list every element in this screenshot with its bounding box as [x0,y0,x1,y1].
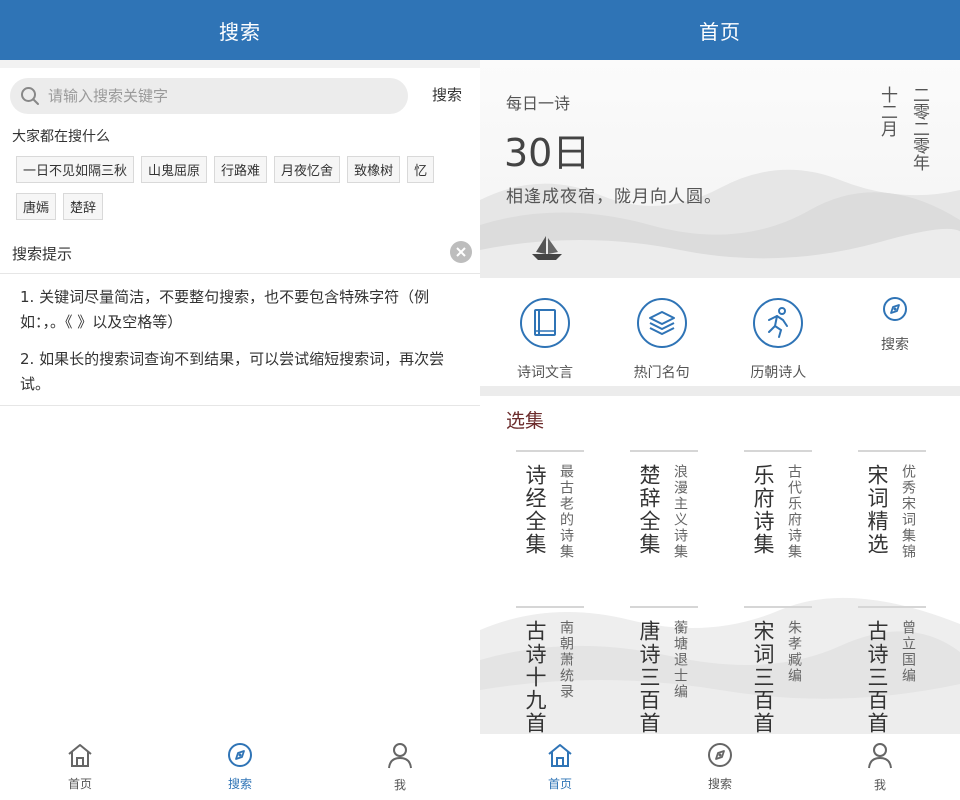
quick-links: 诗词文言 热门名句 历朝诗人 搜索 [480,278,960,386]
quick-link-label: 历朝诗人 [750,365,807,381]
tab-compass[interactable]: 搜索 [160,734,320,800]
divider [480,386,960,396]
collection-name: 宋词精选 [865,464,889,556]
quick-link-label: 搜索 [880,337,909,353]
daily-label: 每日一诗 [506,94,571,113]
collection-desc: 浪漫主义诗集 [672,464,688,560]
tip-item: 1. 关键词尽量简洁，不要整句搜索，也不要包含特殊字符（例如：，。《 》以及空格… [20,288,430,331]
close-tips-button[interactable] [450,241,472,263]
tab-home[interactable]: 首页 [0,734,160,800]
tab-label: 我 [393,778,406,792]
home-icon [66,742,94,772]
page-title: 首页 [699,19,741,44]
year-vertical: 二零二零年 [909,86,929,171]
hot-tag[interactable]: 山鬼屈原 [141,156,208,183]
collection-card[interactable]: 宋词精选 优秀宋词集锦 [858,450,926,590]
collection-name: 楚辞全集 [637,464,661,556]
user-icon [867,741,893,773]
quick-link[interactable]: 诗词文言 [500,278,590,386]
collection-desc: 曾立国编 [900,620,916,684]
tips-header: 搜索提示 [0,238,480,274]
collection-card[interactable]: 古诗十九首 南朝萧统录 [516,606,584,734]
tips-title: 搜索提示 [12,245,73,263]
collection-desc: 古代乐府诗集 [786,464,802,560]
collection-name: 宋词三百首 [751,620,775,734]
book-icon [518,296,572,354]
hot-tag[interactable]: 楚辞 [63,193,104,220]
home-screen: 首页 每日一诗 30日 相逢成夜宿，陇月向人圆。 十二月 二零二零年 诗词文言 热… [480,0,960,800]
collections-grid: 诗经全集 最古老的诗集 楚辞全集 浪漫主义诗集 乐府诗集 古代乐府诗集 宋词精选 优秀宋词集锦… [480,440,960,734]
collection-desc: 蘅塘退士编 [672,620,688,700]
tab-label: 首页 [67,777,92,791]
search-header: 搜索 [0,0,480,60]
quick-link[interactable]: 历朝诗人 [733,278,823,386]
page-title: 搜索 [219,19,261,44]
collection-name: 古诗十九首 [523,620,547,734]
tab-user[interactable]: 我 [800,734,960,800]
daily-poem-line: 相逢成夜宿，陇月向人圆。 [506,187,722,207]
tab-label: 搜索 [707,777,732,791]
tab-compass[interactable]: 搜索 [640,734,800,800]
bottom-tab-bar: 首页 搜索 我 [480,734,960,800]
collection-card[interactable]: 唐诗三百首 蘅塘退士编 [630,606,698,734]
user-icon [387,741,413,773]
tip-item: 2. 如果长的搜索词查询不到结果，可以尝试缩短搜索词，再次尝试。 [20,350,445,393]
divider [0,60,480,68]
daily-poem-card[interactable]: 每日一诗 30日 相逢成夜宿，陇月向人圆。 十二月 二零二零年 [480,60,960,278]
divider [0,405,480,406]
hot-tag[interactable]: 月夜忆舍 [274,156,341,183]
home-icon [546,742,574,772]
hot-tag[interactable]: 一日不见如隔三秋 [16,156,135,183]
runner-icon [751,296,805,354]
search-field[interactable] [10,78,408,114]
collection-name: 乐府诗集 [751,464,775,556]
collection-name: 诗经全集 [523,464,547,556]
collection-name: 古诗三百首 [865,620,889,734]
collection-desc: 南朝萧统录 [558,620,574,700]
search-icon [21,87,39,105]
bottom-tab-bar: 首页 搜索 我 [0,734,480,800]
close-icon [456,247,466,257]
collection-card[interactable]: 诗经全集 最古老的诗集 [516,450,584,590]
collection-desc: 优秀宋词集锦 [900,464,916,560]
search-button[interactable]: 搜索 [432,84,462,105]
tab-label: 首页 [547,777,572,791]
tab-user[interactable]: 我 [320,734,480,800]
collection-name: 唐诗三百首 [637,620,661,734]
hot-tag[interactable]: 致橡树 [347,156,401,183]
tab-home[interactable]: 首页 [480,734,640,800]
compass-icon [707,742,733,772]
quick-link[interactable]: 热门名句 [617,278,707,386]
hot-tag[interactable]: 唐嫣 [16,193,57,220]
hot-tag[interactable]: 行路难 [214,156,268,183]
search-bar: 搜索 [0,68,480,124]
quick-link-label: 热门名句 [633,365,690,381]
search-input[interactable] [48,87,368,105]
collection-card[interactable]: 乐府诗集 古代乐府诗集 [744,450,812,590]
quick-link[interactable]: 搜索 [850,278,940,386]
tab-label: 搜索 [227,777,252,791]
hot-searches-title: 大家都在搜什么 [12,129,110,145]
collection-card[interactable]: 宋词三百首 朱孝臧编 [744,606,812,734]
quick-link-label: 诗词文言 [517,365,573,381]
hot-tag[interactable]: 忆 [407,156,435,183]
collection-desc: 最古老的诗集 [558,464,574,560]
compass-icon [882,296,908,326]
hot-tags: 一日不见如隔三秋 山鬼屈原 行路难 月夜忆舍 致橡树 忆唐嫣 楚辞 [16,156,466,230]
tab-label: 我 [873,778,886,792]
tips-list: 1. 关键词尽量简洁，不要整句搜索，也不要包含特殊字符（例如：，。《 》以及空格… [0,285,480,409]
month-vertical: 十二月 [877,86,897,137]
daily-date: 30日 [504,131,591,175]
layers-icon [635,296,689,354]
collection-desc: 朱孝臧编 [786,620,802,684]
search-screen: 搜索 搜索 大家都在搜什么 一日不见如隔三秋山鬼屈原行路难月夜忆舍致橡树忆唐嫣楚… [0,0,480,800]
home-header: 首页 [480,0,960,60]
collections-title: 选集 [506,410,545,432]
collection-card[interactable]: 楚辞全集 浪漫主义诗集 [630,450,698,590]
collection-card[interactable]: 古诗三百首 曾立国编 [858,606,926,734]
compass-icon [227,742,253,772]
